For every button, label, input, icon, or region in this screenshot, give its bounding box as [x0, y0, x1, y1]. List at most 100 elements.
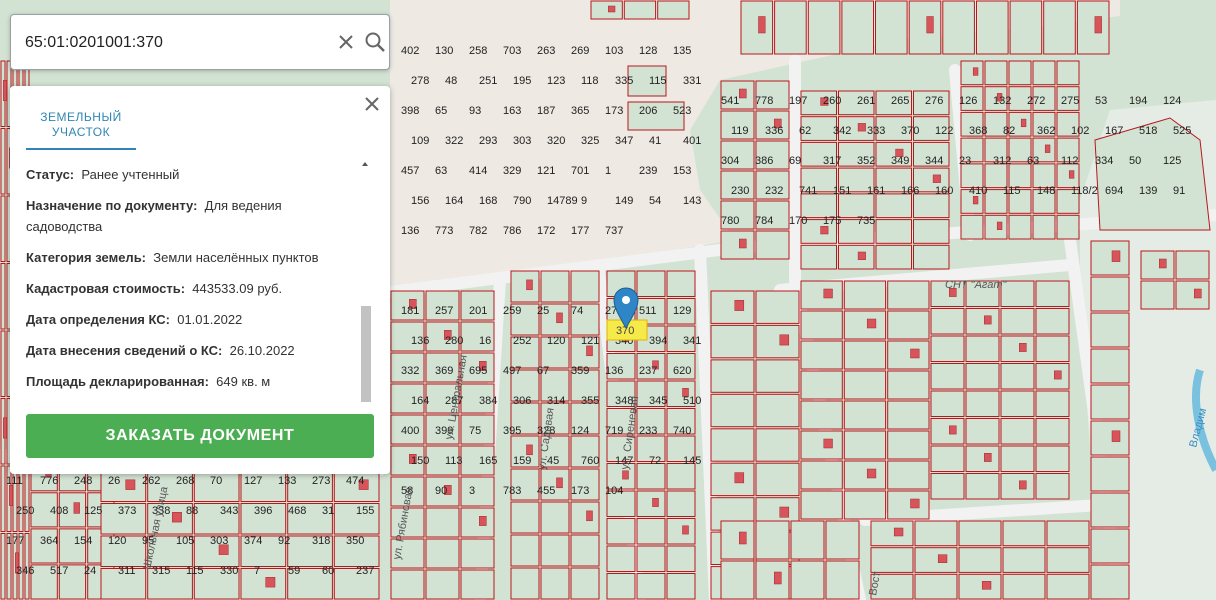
parcel[interactable]	[1043, 0, 1076, 55]
order-document-button[interactable]: ЗАКАЗАТЬ ДОКУМЕНТ	[26, 414, 374, 458]
parcel[interactable]	[540, 270, 570, 303]
parcel[interactable]	[1035, 335, 1070, 362]
parcel[interactable]	[887, 280, 930, 310]
parcel[interactable]	[1090, 276, 1130, 312]
parcel[interactable]	[0, 195, 6, 262]
parcel[interactable]	[1090, 528, 1130, 564]
parcel[interactable]	[1090, 492, 1130, 528]
parcel[interactable]	[710, 428, 755, 462]
parcel[interactable]	[540, 501, 570, 534]
parcel[interactable]	[1175, 250, 1210, 280]
parcel[interactable]	[666, 573, 696, 600]
parcel[interactable]	[1035, 445, 1070, 472]
parcel[interactable]	[570, 270, 600, 303]
parcel[interactable]	[1046, 547, 1090, 573]
parcel[interactable]	[790, 560, 825, 600]
parcel[interactable]	[913, 219, 950, 244]
panel-scrollbar[interactable]	[360, 160, 372, 404]
parcel[interactable]	[908, 0, 942, 55]
parcel[interactable]	[774, 0, 807, 55]
parcel[interactable]	[1000, 308, 1035, 335]
parcel[interactable]	[240, 568, 287, 600]
parcel[interactable]	[800, 370, 843, 400]
parcel[interactable]	[790, 520, 825, 560]
parcel[interactable]	[1140, 280, 1175, 310]
parcel[interactable]	[965, 390, 1000, 417]
parcel[interactable]	[887, 490, 930, 520]
parcel[interactable]	[800, 340, 843, 370]
close-icon[interactable]	[335, 31, 357, 53]
parcel[interactable]	[460, 569, 495, 600]
parcel[interactable]	[1046, 573, 1090, 600]
parcel[interactable]	[755, 428, 800, 462]
parcel[interactable]	[510, 270, 540, 303]
parcel[interactable]	[800, 430, 843, 460]
parcel[interactable]	[976, 0, 1009, 55]
parcel[interactable]	[710, 290, 755, 324]
parcel[interactable]	[1035, 363, 1070, 390]
parcel[interactable]	[965, 473, 1000, 500]
parcel[interactable]	[930, 390, 965, 417]
parcel[interactable]	[755, 359, 800, 393]
parcel[interactable]	[875, 193, 912, 219]
parcel[interactable]	[800, 280, 843, 310]
parcel[interactable]	[1000, 473, 1035, 500]
parcel[interactable]	[960, 60, 984, 86]
parcel[interactable]	[1090, 456, 1130, 492]
parcel[interactable]	[425, 538, 460, 569]
parcel[interactable]	[710, 324, 755, 359]
parcel[interactable]	[914, 547, 958, 573]
parcel[interactable]	[914, 573, 958, 600]
parcel[interactable]	[1000, 418, 1035, 445]
parcel[interactable]	[720, 560, 755, 600]
parcel[interactable]	[755, 290, 800, 324]
parcel[interactable]	[1090, 420, 1130, 456]
parcel[interactable]	[720, 520, 755, 560]
parcel[interactable]	[913, 193, 950, 219]
parcel[interactable]	[1009, 0, 1043, 55]
parcel[interactable]	[606, 545, 636, 572]
parcel[interactable]	[623, 0, 657, 20]
parcel[interactable]	[914, 520, 958, 547]
parcel[interactable]	[1076, 0, 1110, 55]
parcel[interactable]	[843, 340, 887, 370]
parcel[interactable]	[1090, 348, 1130, 384]
parcel[interactable]	[887, 400, 930, 430]
parcel[interactable]	[1035, 280, 1070, 307]
parcel[interactable]	[606, 573, 636, 600]
parcel[interactable]	[666, 545, 696, 572]
search-input[interactable]	[23, 29, 327, 57]
parcel[interactable]	[800, 400, 843, 430]
parcel[interactable]	[870, 520, 914, 547]
parcel[interactable]	[570, 501, 600, 534]
parcel[interactable]	[657, 0, 690, 20]
tab-land-parcel[interactable]: ЗЕМЕЛЬНЫЙ УЧАСТОК	[26, 110, 136, 150]
parcel[interactable]	[800, 460, 843, 490]
parcel[interactable]	[930, 335, 965, 362]
parcel[interactable]	[843, 430, 887, 460]
parcel[interactable]	[755, 324, 800, 359]
parcel[interactable]	[510, 501, 540, 534]
parcel[interactable]	[425, 507, 460, 538]
parcel[interactable]	[1046, 520, 1090, 547]
parcel[interactable]	[710, 462, 755, 497]
parcel[interactable]	[636, 490, 666, 517]
parcel[interactable]	[710, 359, 755, 393]
parcel[interactable]	[887, 370, 930, 400]
parcel[interactable]	[1035, 473, 1070, 500]
parcel[interactable]	[838, 244, 875, 270]
parcel[interactable]	[1002, 573, 1046, 600]
parcel[interactable]	[755, 393, 800, 428]
parcel[interactable]	[1035, 418, 1070, 445]
parcel[interactable]	[1000, 335, 1035, 362]
parcel[interactable]	[960, 214, 984, 240]
parcel[interactable]	[0, 330, 6, 397]
parcel[interactable]	[460, 538, 495, 569]
parcel[interactable]	[1056, 214, 1080, 240]
parcel[interactable]	[710, 393, 755, 428]
parcel[interactable]	[510, 567, 540, 600]
parcel[interactable]	[1000, 445, 1035, 472]
parcel[interactable]	[570, 534, 600, 567]
parcel[interactable]	[1032, 60, 1056, 86]
parcel[interactable]	[24, 465, 30, 532]
